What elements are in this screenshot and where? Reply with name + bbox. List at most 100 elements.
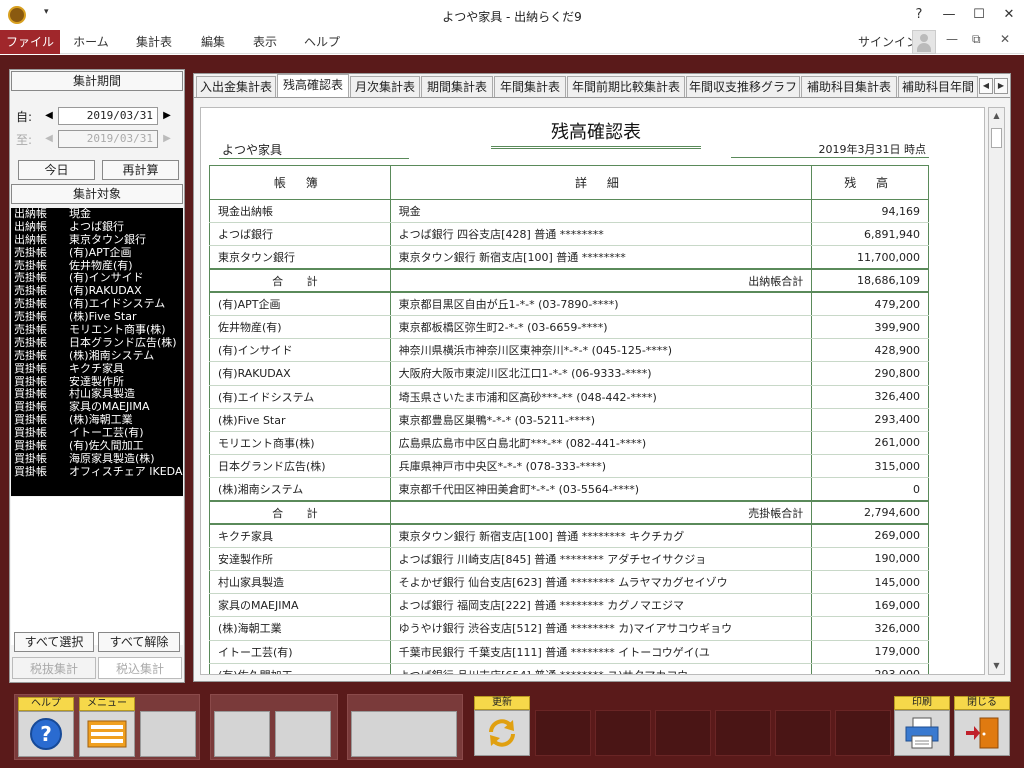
target-list-item[interactable]: 売掛帳 (有)インサイド — [11, 272, 183, 285]
cell-book: (株)海朝工業 — [209, 616, 391, 641]
tab-sub-account[interactable]: 補助科目集計表 — [801, 76, 897, 97]
target-list-item[interactable]: 買掛帳 海原家具製造(株) — [11, 453, 183, 466]
target-list-item[interactable]: 出納帳 よつば銀行 — [11, 221, 183, 234]
target-list-item[interactable]: 売掛帳 (株)Five Star — [11, 311, 183, 324]
target-list-item[interactable]: 売掛帳 日本グランド広告(株) — [11, 337, 183, 350]
tax-excluded-tab[interactable]: 税抜集計 — [12, 657, 96, 679]
tab-home[interactable]: ホーム — [66, 30, 116, 54]
menu-button[interactable] — [79, 711, 135, 757]
scroll-up-icon[interactable]: ▲ — [989, 108, 1004, 124]
table-row: 佐井物産(有) 東京都板橋区弥生町2-*-* (03-6659-****) 399,… — [209, 315, 929, 340]
target-account-name: 東京タウン銀行 — [69, 233, 146, 246]
target-list-item[interactable]: 買掛帳 キクチ家具 — [11, 363, 183, 376]
cell-detail: よつば銀行 四谷支店[428] 普通 ******** — [389, 222, 813, 247]
table-row: (有)RAKUDAX 大阪府大阪市東淀川区北江口1-*-* (06-9333-**… — [209, 361, 929, 386]
target-list[interactable]: 出納帳 現金 出納帳 よつば銀行 出納帳 東京タウン銀行 売掛帳 (有)APT企画 売掛帳 佐井物… — [11, 208, 183, 496]
report-tabs: 入出金集計表 残高確認表 月次集計表 期間集計表 年間集計表 年間前期比較集計表… — [194, 74, 1010, 98]
cell-book: 東京タウン銀行 — [209, 245, 391, 270]
cell-detail: よつば銀行 川崎支店[845] 普通 ******** アダチセイサクジョ — [389, 547, 813, 572]
tab-scroll-left-icon[interactable]: ◀ — [979, 78, 993, 94]
avatar[interactable] — [912, 30, 936, 54]
target-book-type: 売掛帳 — [14, 349, 47, 362]
tab-help[interactable]: ヘルプ — [298, 30, 346, 54]
target-button[interactable]: 集計対象 — [11, 184, 183, 204]
tab-edit[interactable]: 編集 — [192, 30, 234, 54]
function-key-bar: ヘルプ ? メニュー 更新 印刷 閉じる — [0, 688, 1024, 768]
table-row: 家具のMAEJIMA よつば銀行 福岡支店[222] 普通 ******** カグ… — [209, 593, 929, 618]
tab-sub-account-annual[interactable]: 補助科目年間 — [898, 76, 978, 97]
print-button[interactable] — [894, 710, 950, 756]
target-list-item[interactable]: 出納帳 現金 — [11, 208, 183, 221]
target-list-item[interactable]: 出納帳 東京タウン銀行 — [11, 234, 183, 247]
target-book-type: 売掛帳 — [14, 285, 47, 298]
from-prev-arrow-icon[interactable]: ◀ — [42, 107, 56, 125]
tab-file[interactable]: ファイル — [0, 30, 60, 54]
ribbon-restore-button[interactable]: ⧉ — [972, 32, 981, 47]
cell-detail: 神奈川県横浜市神奈川区東神奈川*-*-* (045-125-****) — [389, 338, 813, 363]
refresh-button[interactable] — [474, 710, 530, 756]
from-next-arrow-icon[interactable]: ▶ — [160, 107, 174, 125]
close-button[interactable]: ✕ — [994, 4, 1024, 26]
target-list-item[interactable]: 売掛帳 モリエント商事(株) — [11, 324, 183, 337]
tab-cashflow-summary[interactable]: 入出金集計表 — [196, 76, 276, 97]
target-list-item[interactable]: 買掛帳 オフィスチェア IKEDA — [11, 466, 183, 479]
tab-summary[interactable]: 集計表 — [126, 30, 182, 54]
to-prev-arrow-icon[interactable]: ◀ — [42, 130, 56, 148]
cell-detail: 東京都板橋区弥生町2-*-* (03-6659-****) — [389, 315, 813, 340]
deselect-all-button[interactable]: すべて解除 — [98, 632, 180, 652]
target-book-type: 売掛帳 — [14, 272, 47, 285]
close-key-label: 閉じる — [954, 696, 1010, 710]
target-book-type: 買掛帳 — [14, 362, 47, 375]
close-app-button[interactable] — [954, 710, 1010, 756]
tab-monthly[interactable]: 月次集計表 — [350, 76, 420, 97]
help-key-label: ヘルプ — [18, 697, 74, 711]
table-row: よつば銀行 よつば銀行 四谷支店[428] 普通 ******** 6,891,94… — [209, 222, 929, 247]
target-list-item[interactable]: 売掛帳 佐井物産(有) — [11, 260, 183, 273]
tab-annual[interactable]: 年間集計表 — [494, 76, 566, 97]
target-list-item[interactable]: 買掛帳 (有)佐久間加工 — [11, 440, 183, 453]
scroll-thumb[interactable] — [991, 128, 1002, 148]
ribbon-minimize-button[interactable]: — — [946, 32, 958, 46]
recalc-button[interactable]: 再計算 — [102, 160, 179, 180]
tab-annual-compare[interactable]: 年間前期比較集計表 — [567, 76, 685, 97]
period-button[interactable]: 集計期間 — [11, 71, 183, 91]
to-date-field[interactable]: 2019/03/31 — [58, 130, 158, 148]
target-list-item[interactable]: 売掛帳 (有)RAKUDAX — [11, 285, 183, 298]
tax-included-tab[interactable]: 税込集計 — [98, 657, 182, 679]
cell-book: 合 計 — [209, 499, 391, 526]
help-icon[interactable]: ? — [904, 4, 934, 26]
help-button[interactable]: ? — [18, 711, 74, 757]
report-company: よつや家具 — [219, 141, 409, 159]
target-list-item[interactable]: 買掛帳 (株)海朝工業 — [11, 414, 183, 427]
signin-link[interactable]: サインイン — [858, 30, 918, 54]
tab-scroll-right-icon[interactable]: ▶ — [994, 78, 1008, 94]
tab-balance-check[interactable]: 残高確認表 — [277, 74, 349, 97]
to-next-arrow-icon[interactable]: ▶ — [160, 130, 174, 148]
target-list-item[interactable]: 買掛帳 安達製作所 — [11, 376, 183, 389]
target-book-type: 売掛帳 — [14, 259, 47, 272]
target-list-item[interactable]: 買掛帳 村山家具製造 — [11, 388, 183, 401]
fk-group-5: 印刷 閉じる — [891, 694, 1013, 760]
ribbon-close-button[interactable]: ✕ — [1000, 32, 1010, 46]
tab-view[interactable]: 表示 — [244, 30, 286, 54]
minimize-button[interactable]: — — [934, 4, 964, 26]
target-list-item[interactable]: 買掛帳 家具のMAEJIMA — [11, 401, 183, 414]
report-scrollbar[interactable]: ▲ ▼ — [988, 107, 1005, 675]
scroll-down-icon[interactable]: ▼ — [989, 658, 1004, 674]
target-list-item[interactable]: 買掛帳 イトー工芸(有) — [11, 427, 183, 440]
cell-book: キクチ家具 — [209, 524, 391, 548]
menu-key-label: メニュー — [79, 697, 135, 711]
target-list-item[interactable]: 売掛帳 (有)エイドシステム — [11, 298, 183, 311]
target-list-item[interactable]: 売掛帳 (有)APT企画 — [11, 247, 183, 260]
tab-annual-graph[interactable]: 年間収支推移グラフ — [686, 76, 800, 97]
from-date-field[interactable]: 2019/03/31 — [58, 107, 158, 125]
cell-detail: 東京都目黒区自由が丘1-*-* (03-7890-****) — [389, 292, 813, 316]
target-book-type: 買掛帳 — [14, 427, 47, 440]
maximize-button[interactable]: ☐ — [964, 4, 994, 26]
cell-detail: 出納帳合計 — [389, 268, 813, 294]
tab-period[interactable]: 期間集計表 — [421, 76, 493, 97]
select-all-button[interactable]: すべて選択 — [14, 632, 94, 652]
cell-balance: 479,200 — [811, 292, 929, 316]
target-list-item[interactable]: 売掛帳 (株)湘南システム — [11, 350, 183, 363]
today-button[interactable]: 今日 — [18, 160, 95, 180]
